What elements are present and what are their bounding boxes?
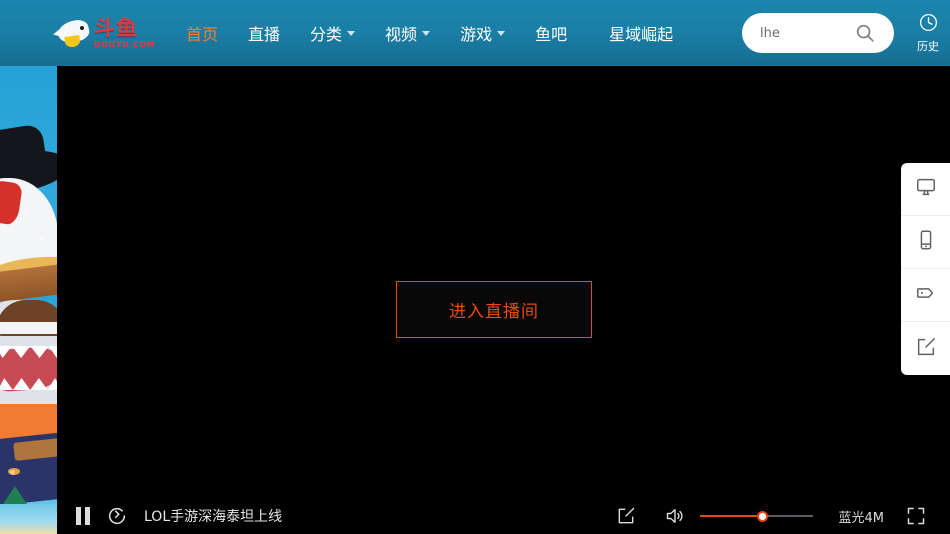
nav-item-xingyu[interactable]: 星域崛起 [582, 21, 688, 45]
player-control-bar: LOL手游深海泰坦上线 蓝光4M [57, 498, 950, 534]
enter-live-room-button[interactable]: 进入直播间 [396, 281, 592, 338]
video-player-area[interactable]: 进入直播间 LOL手游深海泰坦上线 蓝光4M [57, 66, 950, 534]
tool-mobile[interactable] [901, 216, 950, 269]
volume-fill [699, 515, 762, 517]
enter-live-room-label: 进入直播间 [449, 302, 539, 322]
nav-item-game[interactable]: 游戏 [445, 21, 520, 45]
nav-item-video[interactable]: 视频 [370, 21, 445, 45]
pause-icon[interactable] [76, 507, 90, 525]
nav-item-home[interactable]: 首页 [171, 21, 233, 45]
tag-icon [915, 282, 937, 308]
volume-on-icon[interactable] [664, 506, 686, 526]
search-input[interactable] [760, 25, 852, 41]
top-navigation-bar: 斗鱼 DOUYU.COM 首页 直播 分类 视频 游戏 鱼吧 星域崛起 lhe … [0, 0, 950, 66]
nav-item-label: 分类 [310, 25, 343, 44]
mobile-icon [915, 229, 937, 255]
logo-chinese-text: 斗鱼 [94, 15, 138, 40]
nav-item-label: 首页 [186, 25, 219, 44]
logo-wordmark: 斗鱼 DOUYU.COM [94, 15, 156, 49]
page-root: 斗鱼 DOUYU.COM 首页 直播 分类 视频 游戏 鱼吧 星域崛起 lhe … [0, 0, 950, 534]
floating-tool-panel [901, 163, 950, 375]
volume-knob[interactable] [756, 511, 768, 522]
reload-icon[interactable] [106, 505, 128, 527]
search-box[interactable] [742, 13, 894, 53]
nav-item-live[interactable]: 直播 [233, 21, 295, 45]
nav-item-label: 星域崛起 [609, 25, 674, 44]
nav-item-category[interactable]: 分类 [295, 21, 370, 45]
volume-slider[interactable] [699, 509, 813, 523]
search-icon[interactable] [854, 22, 876, 44]
chevron-down-icon [347, 30, 356, 36]
nav-item-fish-bar[interactable]: 鱼吧 [520, 21, 582, 45]
nav-links: 首页 直播 分类 视频 游戏 鱼吧 星域崛起 [171, 21, 688, 45]
compose-icon [915, 336, 937, 362]
history-label: 历史 [917, 40, 939, 53]
fullscreen-icon[interactable] [906, 506, 926, 526]
douyu-logo[interactable]: 斗鱼 DOUYU.COM [56, 11, 155, 55]
background-bubble [10, 470, 15, 475]
background-bubble [40, 236, 44, 240]
chevron-down-icon [497, 30, 506, 36]
desktop-icon [915, 176, 937, 202]
snapshot-icon[interactable] [616, 506, 636, 526]
tool-tag[interactable] [901, 269, 950, 322]
history-button[interactable]: 历史 [908, 12, 948, 54]
nav-item-label: 游戏 [460, 25, 493, 44]
live-stream-title: LOL手游深海泰坦上线 [144, 509, 283, 525]
nav-item-label: 鱼吧 [535, 25, 568, 44]
clock-icon [918, 12, 939, 37]
background-bubble [22, 210, 28, 216]
stream-quality-selector[interactable]: 蓝光4M [839, 507, 885, 526]
logo-domain-text: DOUYU.COM [94, 39, 156, 49]
douyu-fish-logo-icon [56, 17, 92, 48]
nav-item-label: 视频 [385, 25, 418, 44]
chevron-down-icon [422, 30, 431, 36]
player-controls-right: 蓝光4M [616, 498, 950, 534]
tool-desktop[interactable] [901, 163, 950, 216]
tool-compose[interactable] [901, 322, 950, 375]
player-controls-left: LOL手游深海泰坦上线 [76, 505, 282, 527]
nav-item-label: 直播 [248, 25, 281, 44]
